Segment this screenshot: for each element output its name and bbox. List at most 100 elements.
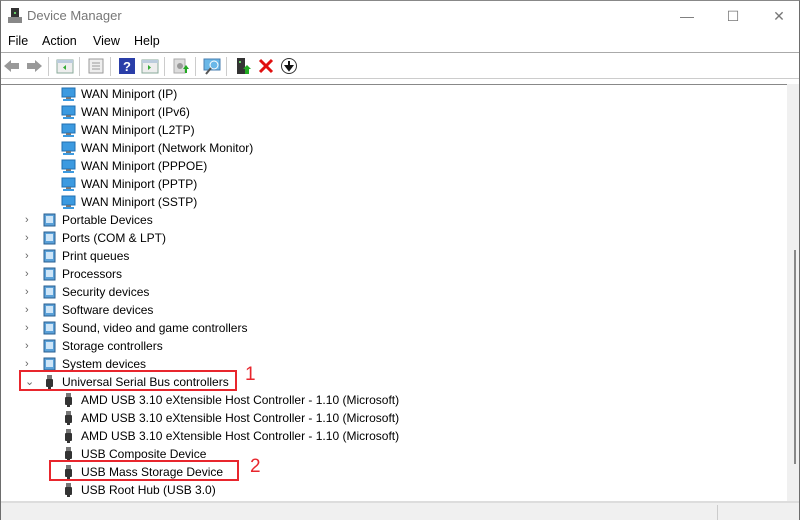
tree-item-usb-device[interactable]: AMD USB 3.10 eXtensible Host Controller …: [1, 427, 787, 445]
tree-item-label: WAN Miniport (IPv6): [81, 105, 190, 119]
usb-icon: [65, 447, 72, 461]
tree-category[interactable]: › Storage controllers: [1, 337, 787, 355]
maximize-button[interactable]: ☐: [710, 1, 756, 31]
annotation-box-2: [49, 460, 239, 481]
tree-item-label: WAN Miniport (PPPOE): [81, 159, 208, 173]
vertical-scrollbar[interactable]: [787, 84, 799, 501]
menu-bar: File Action View Help: [1, 31, 799, 53]
network-adapter-icon: [61, 123, 76, 137]
enable-device-icon[interactable]: [234, 57, 252, 75]
tree-item-label: WAN Miniport (SSTP): [81, 195, 198, 209]
expand-arrow-icon[interactable]: ›: [25, 211, 35, 229]
annotation-number-2: 2: [250, 456, 261, 477]
expand-arrow-icon[interactable]: ›: [25, 229, 35, 247]
tree-item-label: AMD USB 3.10 eXtensible Host Controller …: [81, 393, 400, 407]
tree-item-usb-device[interactable]: AMD USB 3.10 eXtensible Host Controller …: [1, 409, 787, 427]
tree-item-label: WAN Miniport (PPTP): [81, 177, 198, 191]
tree-item-usb-device[interactable]: AMD USB 3.10 eXtensible Host Controller …: [1, 391, 787, 409]
expand-arrow-icon[interactable]: ›: [25, 265, 35, 283]
tree-category[interactable]: › Software devices: [1, 301, 787, 319]
status-bar: [1, 501, 799, 520]
network-adapter-icon: [61, 177, 76, 191]
tree-item-label: WAN Miniport (IP): [81, 87, 178, 101]
tree-category[interactable]: › Sound, video and game controllers: [1, 319, 787, 337]
tree-category[interactable]: › Processors: [1, 265, 787, 283]
scrollbar-thumb[interactable]: [794, 250, 796, 464]
menu-action[interactable]: Action: [42, 34, 77, 48]
tree-item-label: Storage controllers: [62, 339, 163, 353]
annotation-number-1: 1: [245, 364, 256, 385]
disable-device-icon[interactable]: [280, 57, 298, 75]
menu-view[interactable]: View: [93, 34, 120, 48]
scan-hardware-icon[interactable]: [203, 57, 221, 75]
expand-arrow-icon[interactable]: ›: [25, 337, 35, 355]
software-devices-icon: [43, 303, 56, 317]
tree-item-label: Print queues: [62, 249, 130, 263]
security-devices-icon: [43, 285, 56, 299]
window-title: Device Manager: [27, 8, 122, 23]
usb-icon: [65, 483, 72, 497]
expand-arrow-icon[interactable]: ›: [25, 283, 35, 301]
device-manager-window: Device Manager — ☐ ✕ File Action View He…: [0, 0, 800, 520]
tree-category[interactable]: › Portable Devices: [1, 211, 787, 229]
update-driver-icon[interactable]: [172, 57, 190, 75]
expand-arrow-icon[interactable]: ›: [25, 247, 35, 265]
network-adapter-icon: [61, 105, 76, 119]
processor-icon: [43, 267, 56, 281]
show-hide-console-tree-icon[interactable]: [56, 57, 74, 75]
minimize-button[interactable]: —: [664, 1, 710, 31]
tree-item-label: Processors: [62, 267, 123, 281]
menu-file[interactable]: File: [8, 34, 28, 48]
tree-item-label: Software devices: [62, 303, 154, 317]
show-action-pane-icon[interactable]: [141, 57, 159, 75]
properties-icon[interactable]: [87, 57, 105, 75]
printer-icon: [43, 249, 56, 263]
tree-item-label: WAN Miniport (L2TP): [81, 123, 195, 137]
close-button[interactable]: ✕: [756, 1, 800, 31]
tree-item-network-adapter[interactable]: WAN Miniport (PPPOE): [1, 157, 787, 175]
tree-item-network-adapter[interactable]: WAN Miniport (Network Monitor): [1, 139, 787, 157]
network-adapter-icon: [61, 87, 76, 101]
expand-arrow-icon[interactable]: ›: [25, 301, 35, 319]
tree-item-label: Ports (COM & LPT): [62, 231, 167, 245]
uninstall-device-icon[interactable]: [257, 57, 275, 75]
tree-item-label: Sound, video and game controllers: [62, 321, 248, 335]
expand-arrow-icon[interactable]: ›: [25, 319, 35, 337]
tree-item-label: USB Root Hub (USB 3.0): [81, 483, 216, 497]
device-tree: WAN Miniport (IP) WAN Miniport (IPv6) WAN …: [1, 84, 787, 501]
usb-icon: [65, 393, 72, 407]
device-manager-icon: [8, 8, 22, 23]
network-adapter-icon: [61, 195, 76, 209]
svg-text:?: ?: [123, 59, 131, 74]
forward-icon[interactable]: [25, 57, 43, 75]
tree-item-label: Security devices: [62, 285, 150, 299]
tree-item-network-adapter[interactable]: WAN Miniport (PPTP): [1, 175, 787, 193]
help-icon[interactable]: ?: [118, 57, 136, 75]
back-icon[interactable]: [3, 57, 21, 75]
tree-category[interactable]: › Print queues: [1, 247, 787, 265]
annotation-box-1: [19, 370, 237, 391]
tree-item-network-adapter[interactable]: WAN Miniport (L2TP): [1, 121, 787, 139]
tree-item-network-adapter[interactable]: WAN Miniport (IP): [1, 85, 787, 103]
tree-item-label: AMD USB 3.10 eXtensible Host Controller …: [81, 411, 400, 425]
tree-item-label: Portable Devices: [62, 213, 153, 227]
network-adapter-icon: [61, 141, 76, 155]
portable-devices-icon: [43, 213, 56, 227]
menu-help[interactable]: Help: [134, 34, 160, 48]
toolbar: ?: [1, 54, 799, 79]
tree-item-usb-device[interactable]: USB Root Hub (USB 3.0): [1, 481, 787, 499]
tree-item-network-adapter[interactable]: WAN Miniport (SSTP): [1, 193, 787, 211]
system-devices-icon: [43, 357, 56, 371]
usb-icon: [65, 429, 72, 443]
title-bar: Device Manager — ☐ ✕: [1, 1, 799, 31]
storage-controller-icon: [43, 339, 56, 353]
tree-category[interactable]: › Ports (COM & LPT): [1, 229, 787, 247]
usb-icon: [65, 411, 72, 425]
sound-icon: [43, 321, 56, 335]
tree-category[interactable]: › Security devices: [1, 283, 787, 301]
tree-item-label: AMD USB 3.10 eXtensible Host Controller …: [81, 429, 400, 443]
ports-icon: [43, 231, 56, 245]
network-adapter-icon: [61, 159, 76, 173]
tree-item-label: WAN Miniport (Network Monitor): [81, 141, 254, 155]
tree-item-network-adapter[interactable]: WAN Miniport (IPv6): [1, 103, 787, 121]
